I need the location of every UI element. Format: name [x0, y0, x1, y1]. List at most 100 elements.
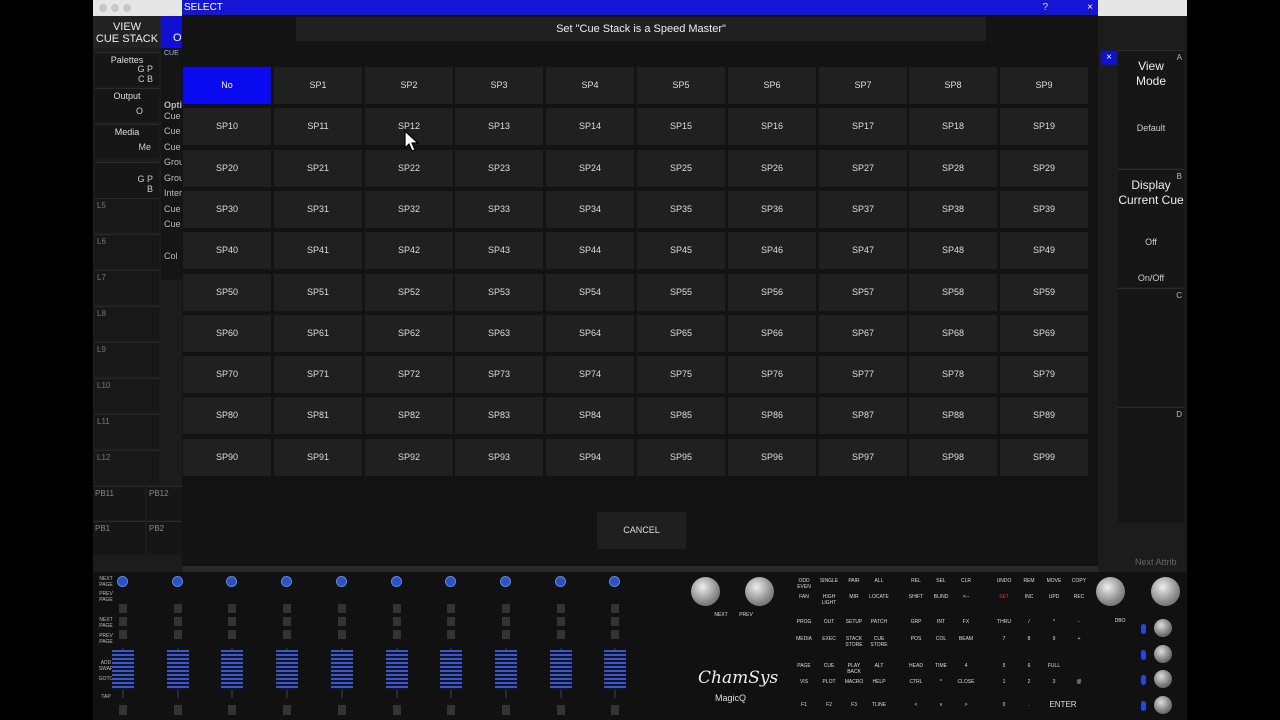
zoom-window-button[interactable] [123, 4, 131, 12]
fader-flash-button[interactable] [392, 705, 401, 715]
console-key[interactable]: SEL [930, 578, 952, 591]
option-sp48[interactable]: SP48 [909, 232, 997, 269]
playback-fader[interactable] [269, 572, 309, 720]
option-sp78[interactable]: SP78 [909, 356, 997, 393]
option-sp31[interactable]: SP31 [274, 191, 362, 228]
option-sp7[interactable]: SP7 [819, 67, 907, 104]
option-sp91[interactable]: SP91 [274, 439, 362, 476]
palettes-window[interactable]: Palettes G P C B [95, 52, 159, 86]
console-key[interactable]: F3 [843, 702, 865, 715]
option-sp4[interactable]: SP4 [546, 67, 634, 104]
option-sp79[interactable]: SP79 [1000, 356, 1088, 393]
playback-fader[interactable] [379, 572, 419, 720]
option-sp65[interactable]: SP65 [637, 315, 725, 352]
option-sp82[interactable]: SP82 [365, 397, 453, 434]
option-sp35[interactable]: SP35 [637, 191, 725, 228]
console-key[interactable]: ENTER [1043, 701, 1083, 715]
option-sp24[interactable]: SP24 [546, 150, 634, 187]
view-cue-stack-button[interactable]: VIEW CUE STACK [93, 16, 161, 48]
option-sp27[interactable]: SP27 [819, 150, 907, 187]
option-sp81[interactable]: SP81 [274, 397, 362, 434]
console-key[interactable]: PLOT [818, 679, 840, 692]
option-sp80[interactable]: SP80 [183, 397, 271, 434]
fader-flash-button[interactable] [173, 705, 182, 715]
option-sp90[interactable]: SP90 [183, 439, 271, 476]
playback-fader[interactable] [543, 572, 583, 720]
encoder-knob[interactable] [1154, 696, 1172, 714]
option-sp52[interactable]: SP52 [365, 274, 453, 311]
option-sp68[interactable]: SP68 [909, 315, 997, 352]
output-window[interactable]: Output O [95, 88, 159, 122]
media-window[interactable]: Media Me [95, 124, 159, 158]
fader-button[interactable] [337, 630, 346, 639]
fader-handle[interactable] [166, 650, 189, 690]
fader-handle[interactable] [494, 650, 517, 690]
console-key[interactable]: MACRO [843, 679, 865, 692]
console-key[interactable]: UPD [1043, 594, 1065, 607]
option-sp5[interactable]: SP5 [637, 67, 725, 104]
encoder-wheel[interactable] [1151, 577, 1180, 606]
fader-flash-button[interactable] [447, 705, 456, 715]
option-sp75[interactable]: SP75 [637, 356, 725, 393]
display-current-cue-softkey[interactable]: B Display Current Cue Off On/Off [1118, 169, 1184, 287]
playback-cell[interactable]: PB1 [93, 521, 145, 555]
fader-flash-button[interactable] [337, 705, 346, 715]
console-key[interactable]: 9 [1043, 636, 1065, 649]
option-sp69[interactable]: SP69 [1000, 315, 1088, 352]
console-key[interactable]: BEAM [955, 636, 977, 649]
option-sp40[interactable]: SP40 [183, 232, 271, 269]
fader-button[interactable] [556, 604, 565, 613]
option-sp11[interactable]: SP11 [274, 108, 362, 145]
console-key[interactable]: VIS [793, 679, 815, 692]
option-sp36[interactable]: SP36 [728, 191, 816, 228]
console-key[interactable]: ODD EVEN [793, 578, 815, 591]
option-sp26[interactable]: SP26 [728, 150, 816, 187]
option-sp87[interactable]: SP87 [819, 397, 907, 434]
playback-fader[interactable] [597, 572, 637, 720]
fader-button[interactable] [119, 604, 127, 613]
console-key[interactable]: CLOSE [955, 679, 977, 692]
fader-button[interactable] [392, 617, 401, 626]
console-key[interactable]: SHIFT [905, 594, 927, 607]
console-key[interactable]: FX [955, 619, 977, 632]
option-sp6[interactable]: SP6 [728, 67, 816, 104]
fader-encoder-knob[interactable] [609, 576, 621, 587]
console-key[interactable]: STACK STORE [843, 636, 865, 649]
fader-handle[interactable] [221, 650, 244, 690]
fader-encoder-knob[interactable] [554, 576, 566, 587]
option-sp23[interactable]: SP23 [455, 150, 543, 187]
layout-row[interactable]: L8 [95, 306, 159, 340]
console-key[interactable]: BLIND [930, 594, 952, 607]
option-sp77[interactable]: SP77 [819, 356, 907, 393]
fader-button[interactable] [119, 617, 127, 626]
encoder-knob[interactable] [1154, 645, 1172, 663]
option-sp66[interactable]: SP66 [728, 315, 816, 352]
option-sp49[interactable]: SP49 [1000, 232, 1088, 269]
console-key[interactable]: REC [1068, 594, 1090, 607]
fader-flash-button[interactable] [556, 705, 565, 715]
console-key[interactable]: GRP [905, 619, 927, 632]
fader-encoder-knob[interactable] [499, 576, 511, 587]
layout-row[interactable]: L5 [95, 198, 159, 232]
close-window-button[interactable] [99, 4, 107, 12]
fader-button[interactable] [337, 604, 346, 613]
option-sp83[interactable]: SP83 [455, 397, 543, 434]
layout-row[interactable]: L9 [95, 342, 159, 376]
fader-flash-button[interactable] [611, 705, 620, 715]
console-key[interactable]: HEAD [905, 663, 927, 676]
fader-button[interactable] [173, 617, 182, 626]
fader-button[interactable] [447, 604, 456, 613]
console-key[interactable]: 3 [1043, 679, 1065, 692]
option-sp46[interactable]: SP46 [728, 232, 816, 269]
close-icon[interactable]: × [1101, 51, 1117, 65]
minimize-window-button[interactable] [111, 4, 119, 12]
fader-button[interactable] [283, 630, 292, 639]
help-icon[interactable]: ? [1042, 0, 1048, 15]
console-key[interactable]: > [955, 702, 977, 715]
fader-button[interactable] [173, 630, 182, 639]
playback-cell[interactable]: PB2 [147, 521, 183, 555]
option-sp61[interactable]: SP61 [274, 315, 362, 352]
option-sp20[interactable]: SP20 [183, 150, 271, 187]
console-key[interactable]: TIME [930, 663, 952, 676]
console-key[interactable]: 8 [1018, 636, 1040, 649]
